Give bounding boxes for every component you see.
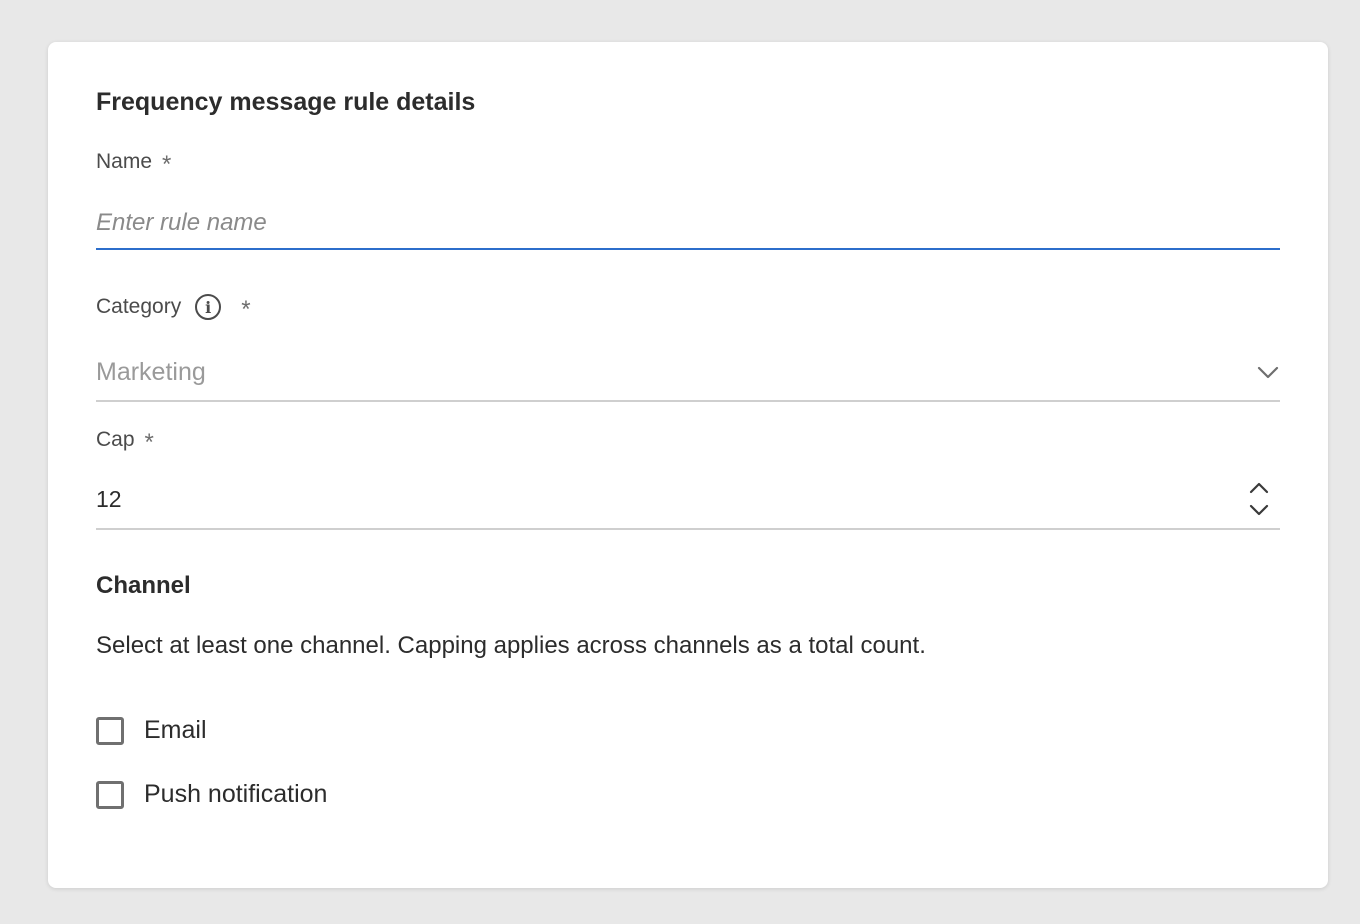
email-checkbox[interactable] [96, 716, 124, 745]
cap-label: Cap [96, 428, 135, 451]
cap-number-field[interactable]: 12 [96, 470, 1280, 530]
push-notification-checkbox-label[interactable]: Push notification [144, 780, 327, 809]
name-field[interactable] [96, 198, 1280, 250]
required-asterisk: * [241, 296, 251, 323]
chevron-down-icon [1257, 366, 1279, 379]
name-label: Name [96, 150, 153, 173]
push-notification-checkbox[interactable] [96, 780, 124, 809]
form-heading: Frequency message rule details [96, 88, 476, 116]
channel-help-text: Select at least one channel. Capping app… [96, 632, 926, 659]
required-asterisk: * [144, 429, 154, 456]
channel-section-title: Channel [96, 572, 191, 599]
channel-option-email[interactable]: Email [96, 716, 207, 745]
category-label: Category [96, 295, 182, 318]
name-label-row: Name * [96, 150, 172, 178]
category-label-row: Category i * [96, 294, 251, 323]
info-icon[interactable]: i [195, 294, 222, 320]
cap-stepper [1248, 481, 1270, 517]
cap-label-row: Cap * [96, 428, 154, 456]
category-selected-value: Marketing [96, 357, 206, 386]
name-input[interactable] [96, 209, 1280, 237]
rule-details-card: Frequency message rule details Name * Ca… [48, 42, 1328, 888]
chevron-up-icon[interactable] [1248, 481, 1270, 495]
cap-input[interactable]: 12 [96, 486, 1248, 513]
chevron-down-icon[interactable] [1248, 503, 1270, 517]
channel-option-push[interactable]: Push notification [96, 780, 327, 809]
email-checkbox-label[interactable]: Email [144, 716, 207, 745]
category-select[interactable]: Marketing [96, 344, 1280, 402]
required-asterisk: * [162, 151, 172, 178]
